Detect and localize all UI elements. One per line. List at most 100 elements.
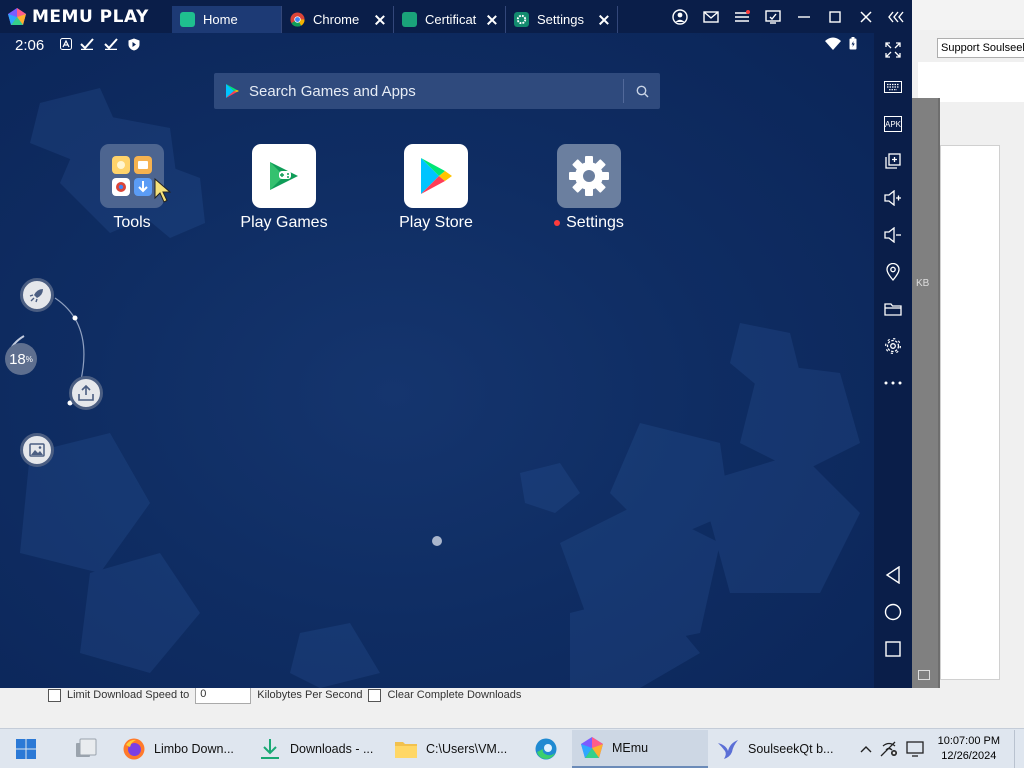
- account-icon[interactable]: [664, 0, 695, 33]
- multi-window-icon[interactable]: [874, 147, 912, 175]
- minimize-icon[interactable]: [788, 0, 819, 33]
- start-button[interactable]: [0, 730, 52, 768]
- location-icon[interactable]: [874, 258, 912, 286]
- rocket-boost-icon[interactable]: [20, 278, 54, 312]
- taskbar-item-explorer[interactable]: C:\Users\VM...: [386, 730, 520, 768]
- app-play-games[interactable]: Play Games: [229, 144, 339, 232]
- collapse-toolbar-icon[interactable]: [881, 0, 912, 33]
- wifi-icon: [825, 37, 841, 50]
- tab-certificat[interactable]: Certificat: [394, 6, 506, 33]
- fullscreen-icon[interactable]: [874, 36, 912, 64]
- android-home-screen[interactable]: 2:06 Search Games and Apps Tools Play Ga…: [0, 33, 874, 688]
- tab-certificat-label: Certificat: [425, 12, 477, 27]
- taskbar-item-edge[interactable]: [520, 730, 572, 768]
- home-tab-icon: [180, 12, 195, 27]
- task-view-button[interactable]: [52, 730, 114, 768]
- support-soulseek-button[interactable]: Support Soulseek: [937, 38, 1024, 58]
- close-icon[interactable]: [375, 15, 385, 25]
- upload-share-icon[interactable]: [69, 376, 103, 410]
- more-icon[interactable]: [874, 369, 912, 397]
- tab-settings[interactable]: Settings: [506, 6, 618, 33]
- a-notification-icon: [60, 38, 72, 50]
- volume-down-icon[interactable]: [874, 221, 912, 249]
- floating-quick-menu: 18%: [0, 273, 110, 467]
- taskbar-label: MEmu: [612, 740, 649, 755]
- resize-grip-icon: [918, 670, 930, 680]
- memu-logo-text: MEMU PLAY: [32, 6, 149, 27]
- close-icon[interactable]: [487, 15, 497, 25]
- display-icon[interactable]: [905, 740, 924, 757]
- mail-icon[interactable]: [695, 0, 726, 33]
- maximize-icon[interactable]: [819, 0, 850, 33]
- screenshot-gallery-icon[interactable]: [20, 433, 54, 467]
- clear-downloads-label: Clear Complete Downloads: [387, 689, 522, 701]
- network-disconnected-icon[interactable]: [880, 741, 898, 757]
- taskbar-item-downloads[interactable]: Downloads - ...: [250, 730, 386, 768]
- close-icon[interactable]: [599, 15, 609, 25]
- app-settings-label: Settings: [534, 214, 644, 232]
- task-view-icon: [76, 738, 97, 757]
- settings-icon[interactable]: [874, 332, 912, 360]
- chevron-up-icon[interactable]: [860, 745, 872, 753]
- play-store-icon: [404, 144, 468, 208]
- app-settings-text: Settings: [566, 214, 624, 231]
- taskbar-item-soulseek[interactable]: SoulseekQt b...: [708, 730, 844, 768]
- memory-percent-badge[interactable]: 18%: [5, 343, 37, 375]
- settings-gear-icon: [557, 144, 621, 208]
- search-icon[interactable]: [624, 85, 660, 98]
- gear-icon: [514, 12, 529, 27]
- android-icon: [402, 12, 417, 27]
- play-games-icon: [252, 144, 316, 208]
- taskbar-label: SoulseekQt b...: [748, 741, 834, 756]
- back-icon[interactable]: [874, 561, 912, 589]
- home-icon[interactable]: [874, 598, 912, 626]
- system-tray: 10:07:00 PM 12/26/2024: [860, 729, 1024, 768]
- status-notification-icons: [60, 38, 140, 51]
- clock-date: 12/26/2024: [941, 749, 997, 762]
- app-play-store[interactable]: Play Store: [381, 144, 491, 232]
- taskbar-item-firefox[interactable]: Limbo Down...: [114, 730, 250, 768]
- recents-icon[interactable]: [874, 635, 912, 663]
- status-system-icons: [825, 37, 857, 50]
- close-window-icon[interactable]: [850, 0, 881, 33]
- app-settings[interactable]: Settings: [534, 144, 644, 232]
- taskbar-label: Downloads - ...: [290, 741, 374, 756]
- edge-icon: [535, 738, 557, 759]
- clear-downloads-checkbox[interactable]: [368, 688, 382, 702]
- taskbar-clock[interactable]: 10:07:00 PM 12/26/2024: [938, 734, 1000, 764]
- apk-icon[interactable]: APK: [874, 110, 912, 138]
- soulseek-titlebar: [912, 0, 1024, 30]
- title-controls: [664, 0, 912, 33]
- apk-label: APK: [884, 119, 901, 129]
- screen-mode-icon[interactable]: [757, 0, 788, 33]
- search-input[interactable]: Search Games and Apps: [249, 83, 623, 100]
- folder-icon[interactable]: [874, 295, 912, 323]
- app-tools-label: Tools: [113, 214, 151, 231]
- tab-settings-label: Settings: [537, 12, 584, 27]
- notification-dot: [554, 219, 561, 226]
- taskbar-label: C:\Users\VM...: [426, 741, 508, 756]
- limit-speed-label: Limit Download Speed to: [67, 689, 190, 701]
- firefox-icon: [123, 738, 145, 759]
- mouse-cursor-icon: [154, 178, 171, 203]
- taskbar-item-memu[interactable]: MEmu: [572, 729, 708, 768]
- taskbar-label: Limbo Down...: [154, 741, 234, 756]
- memu-side-toolbar: APK: [874, 33, 912, 688]
- percent-unit: %: [25, 354, 33, 364]
- show-desktop-button[interactable]: [1014, 729, 1018, 768]
- tab-home[interactable]: Home: [172, 6, 282, 33]
- speed-value-input[interactable]: 0: [195, 686, 252, 704]
- limit-speed-checkbox[interactable]: [48, 688, 61, 702]
- memu-gem-icon: [8, 7, 26, 25]
- chrome-icon: [290, 12, 305, 27]
- download-done-icon: [104, 38, 118, 50]
- memu-logo: MEMU PLAY: [0, 7, 172, 27]
- tab-chrome-label: Chrome: [313, 12, 360, 27]
- play-store-search-icon: [226, 84, 239, 98]
- search-games-bar[interactable]: Search Games and Apps: [214, 73, 660, 109]
- keyboard-icon[interactable]: [874, 73, 912, 101]
- menu-icon[interactable]: [726, 0, 757, 33]
- app-play-store-label: Play Store: [399, 214, 473, 231]
- tab-chrome[interactable]: Chrome: [282, 6, 394, 33]
- volume-up-icon[interactable]: [874, 184, 912, 212]
